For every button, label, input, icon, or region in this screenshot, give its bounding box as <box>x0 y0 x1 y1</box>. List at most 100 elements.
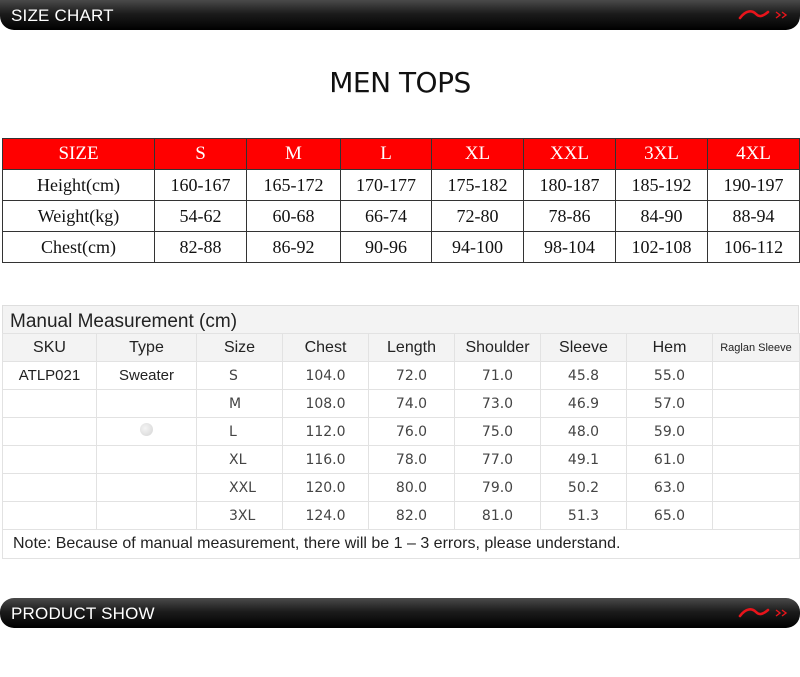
type-cell <box>96 473 197 502</box>
length-cell: 80.0 <box>368 473 455 502</box>
size-cell: 3XL <box>196 501 283 530</box>
size-value: 106-112 <box>707 231 800 263</box>
length-cell: 82.0 <box>368 501 455 530</box>
raglan-sleeve-cell <box>712 389 800 418</box>
sku-cell <box>2 417 97 446</box>
size-chart-row-height: Height(cm) 160-167 165-172 170-177 175-1… <box>2 169 800 201</box>
chest-cell: 108.0 <box>282 389 369 418</box>
size-chart-row-chest: Chest(cm) 82-88 86-92 90-96 94-100 98-10… <box>2 231 800 263</box>
chest-cell: 112.0 <box>282 417 369 446</box>
note-row: Note: Because of manual measurement, the… <box>2 529 800 559</box>
product-show-banner: PRODUCT SHOW <box>0 598 800 628</box>
manual-header-cell: Sleeve <box>540 333 627 362</box>
manual-header-row: SKU Type Size Chest Length Shoulder Slee… <box>2 333 800 362</box>
size-chart-header-cell: L <box>340 138 432 170</box>
brand-swoosh-icon <box>738 608 788 618</box>
hem-cell: 59.0 <box>626 417 713 446</box>
table-row: ATLP021 Sweater S 104.0 72.0 71.0 45.8 5… <box>2 361 800 390</box>
length-cell: 78.0 <box>368 445 455 474</box>
measurement-note: Note: Because of manual measurement, the… <box>2 529 800 559</box>
type-cell <box>96 389 197 418</box>
size-value: 82-88 <box>154 231 247 263</box>
size-cell: XXL <box>196 473 283 502</box>
size-value: 86-92 <box>246 231 341 263</box>
size-value: 160-167 <box>154 169 247 201</box>
size-chart-header-cell: XXL <box>523 138 616 170</box>
sku-cell <box>2 445 97 474</box>
hem-cell: 57.0 <box>626 389 713 418</box>
row-label: Weight(kg) <box>2 200 155 232</box>
chest-cell: 116.0 <box>282 445 369 474</box>
sku-cell: ATLP021 <box>2 361 97 390</box>
sleeve-cell: 49.1 <box>540 445 627 474</box>
type-cell <box>96 417 197 446</box>
length-cell: 74.0 <box>368 389 455 418</box>
hem-cell: 63.0 <box>626 473 713 502</box>
raglan-sleeve-cell <box>712 417 800 446</box>
size-cell: XL <box>196 445 283 474</box>
type-cell <box>96 501 197 530</box>
shoulder-cell: 77.0 <box>454 445 541 474</box>
size-chart-header-cell: M <box>246 138 341 170</box>
table-row: M 108.0 74.0 73.0 46.9 57.0 <box>2 389 800 418</box>
table-row: L 112.0 76.0 75.0 48.0 59.0 <box>2 417 800 446</box>
shoulder-cell: 79.0 <box>454 473 541 502</box>
size-cell: L <box>196 417 283 446</box>
chest-cell: 124.0 <box>282 501 369 530</box>
manual-header-cell: Type <box>96 333 197 362</box>
manual-header-cell: Hem <box>626 333 713 362</box>
sleeve-cell: 45.8 <box>540 361 627 390</box>
size-value: 54-62 <box>154 200 247 232</box>
size-value: 185-192 <box>615 169 708 201</box>
manual-header-cell: SKU <box>2 333 97 362</box>
sleeve-cell: 46.9 <box>540 389 627 418</box>
size-value: 66-74 <box>340 200 432 232</box>
size-chart-table: SIZE S M L XL XXL 3XL 4XL Height(cm) 160… <box>2 138 800 263</box>
chest-cell: 104.0 <box>282 361 369 390</box>
manual-header-cell: Length <box>368 333 455 362</box>
size-value: 102-108 <box>615 231 708 263</box>
page-title: MEN TOPS <box>329 66 471 99</box>
size-value: 78-86 <box>523 200 616 232</box>
size-value: 170-177 <box>340 169 432 201</box>
size-cell: S <box>196 361 283 390</box>
sleeve-cell: 51.3 <box>540 501 627 530</box>
size-value: 165-172 <box>246 169 341 201</box>
brand-swoosh-icon <box>738 10 788 20</box>
manual-header-cell: Chest <box>282 333 369 362</box>
product-show-banner-title: PRODUCT SHOW <box>11 604 155 623</box>
raglan-sleeve-cell <box>712 361 800 390</box>
shoulder-cell: 75.0 <box>454 417 541 446</box>
length-cell: 76.0 <box>368 417 455 446</box>
sku-cell <box>2 389 97 418</box>
row-label: Height(cm) <box>2 169 155 201</box>
hem-cell: 55.0 <box>626 361 713 390</box>
hem-cell: 65.0 <box>626 501 713 530</box>
chest-cell: 120.0 <box>282 473 369 502</box>
raglan-sleeve-cell <box>712 501 800 530</box>
circle-dot-icon <box>140 423 153 436</box>
size-chart-header-cell: 4XL <box>707 138 800 170</box>
size-chart-header-cell: XL <box>431 138 524 170</box>
manual-header-cell: Raglan Sleeve <box>712 333 800 362</box>
size-chart-banner: SIZE CHART <box>0 0 800 30</box>
manual-header-cell: Size <box>196 333 283 362</box>
shoulder-cell: 81.0 <box>454 501 541 530</box>
length-cell: 72.0 <box>368 361 455 390</box>
size-value: 72-80 <box>431 200 524 232</box>
size-value: 90-96 <box>340 231 432 263</box>
sku-cell <box>2 501 97 530</box>
size-value: 60-68 <box>246 200 341 232</box>
size-chart-header-cell: S <box>154 138 247 170</box>
size-value: 180-187 <box>523 169 616 201</box>
size-chart-row-weight: Weight(kg) 54-62 60-68 66-74 72-80 78-86… <box>2 200 800 232</box>
raglan-sleeve-cell <box>712 473 800 502</box>
size-value: 94-100 <box>431 231 524 263</box>
size-value: 175-182 <box>431 169 524 201</box>
manual-header-cell: Shoulder <box>454 333 541 362</box>
shoulder-cell: 71.0 <box>454 361 541 390</box>
size-value: 88-94 <box>707 200 800 232</box>
size-value: 98-104 <box>523 231 616 263</box>
sku-cell <box>2 473 97 502</box>
table-row: 3XL 124.0 82.0 81.0 51.3 65.0 <box>2 501 800 530</box>
